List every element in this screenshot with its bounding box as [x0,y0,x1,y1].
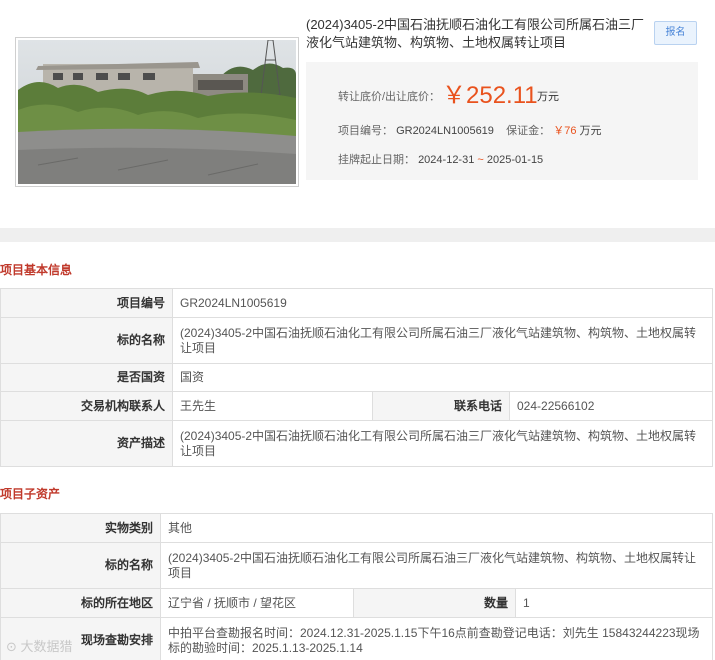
period-start: 2024-12-31 [418,154,475,166]
project-no-value: GR2024LN1005619 [396,125,494,137]
project-no-label: 项目编号： [338,125,393,137]
phone-key: 联系电话 [372,391,510,421]
section-divider [0,228,715,242]
basic-info-heading: 项目基本信息 [0,263,73,277]
table-row: 标的名称 (2024)3405-2中国石油抚顺石油化工有限公司所属石油三厂液化气… [0,317,714,364]
period-separator: ~ [477,154,484,166]
sub-asset-table: 实物类别 其他 标的名称 (2024)3405-2中国石油抚顺石油化工有限公司所… [0,513,714,660]
state-owned-value: 国资 [171,363,714,392]
price-unit: 万元 [537,91,559,103]
table-row: 项目编号 GR2024LN1005619 [0,288,714,318]
location-key: 标的所在地区 [0,588,161,618]
asset-desc-key: 资产描述 [0,420,173,467]
deposit-value: ￥76 [553,125,577,137]
period-end: 2025-01-15 [486,154,544,166]
watermark: ⊙ 大数据猎 [6,636,73,655]
contact-value: 王先生 [172,391,373,421]
deposit-label: 保证金： [506,125,551,137]
category-value: 其他 [159,513,714,543]
quantity-key: 数量 [353,588,516,618]
sub-target-name-value: (2024)3405-2中国石油抚顺石油化工有限公司所属石油三厂液化气站建筑物、… [159,542,714,589]
quantity-value: 1 [514,588,714,618]
project-no-row: 项目编号： GR2024LN1005619 保证金： ￥76 万元 [338,122,602,138]
sub-target-name-key: 标的名称 [0,542,161,589]
deposit-unit: 万元 [579,125,602,137]
period-row: 挂牌起止日期： 2024-12-31 ~ 2025-01-15 [338,151,543,167]
table-row: 实物类别 其他 [0,513,714,543]
category-key: 实物类别 [0,513,161,543]
project-header-card: (2024)3405-2中国石油抚顺石油化工有限公司所属石油三厂液化气站建筑物、… [0,0,715,228]
price-summary: 转让底价/出让底价： ￥252.11 万元 项目编号： GR2024LN1005… [306,62,698,180]
table-row: 标的名称 (2024)3405-2中国石油抚顺石油化工有限公司所属石油三厂液化气… [0,542,714,589]
basic-info-table: 项目编号 GR2024LN1005619 标的名称 (2024)3405-2中国… [0,288,714,467]
price-value: ￥252.11 [442,82,538,109]
site-visit-value: 中拍平台查勘报名时间：2024.12.31-2025.1.15下午16点前查勘登… [159,617,714,660]
building-photo-image [18,40,296,184]
project-no-value: GR2024LN1005619 [171,288,714,318]
project-title[interactable]: (2024)3405-2中国石油抚顺石油化工有限公司所属石油三厂液化气站建筑物、… [306,16,651,52]
project-no-key: 项目编号 [0,288,173,318]
price-label: 转让底价/出让底价： [338,91,441,103]
table-row: 资产描述 (2024)3405-2中国石油抚顺石油化工有限公司所属石油三厂液化气… [0,420,714,467]
location-value: 辽宁省 / 抚顺市 / 望花区 [160,588,354,618]
camera-icon: ⊙ [6,639,17,654]
phone-value: 024-22566102 [508,391,714,421]
project-photo[interactable] [15,37,299,187]
table-row: 交易机构联系人 王先生 联系电话 024-22566102 [0,391,714,421]
sub-asset-heading: 项目子资产 [0,487,61,501]
target-name-key: 标的名称 [0,317,173,364]
signup-button[interactable]: 报名 [654,21,697,45]
contact-key: 交易机构联系人 [0,391,173,421]
table-row: 现场查勘安排 中拍平台查勘报名时间：2024.12.31-2025.1.15下午… [0,617,714,660]
target-name-value: (2024)3405-2中国石油抚顺石油化工有限公司所属石油三厂液化气站建筑物、… [171,317,714,364]
asset-desc-value: (2024)3405-2中国石油抚顺石油化工有限公司所属石油三厂液化气站建筑物、… [171,420,714,467]
table-row: 是否国资 国资 [0,363,714,392]
period-label: 挂牌起止日期： [338,154,415,166]
table-row: 标的所在地区 辽宁省 / 抚顺市 / 望花区 数量 1 [0,588,714,618]
watermark-text: 大数据猎 [20,639,73,654]
state-owned-key: 是否国资 [0,363,173,392]
